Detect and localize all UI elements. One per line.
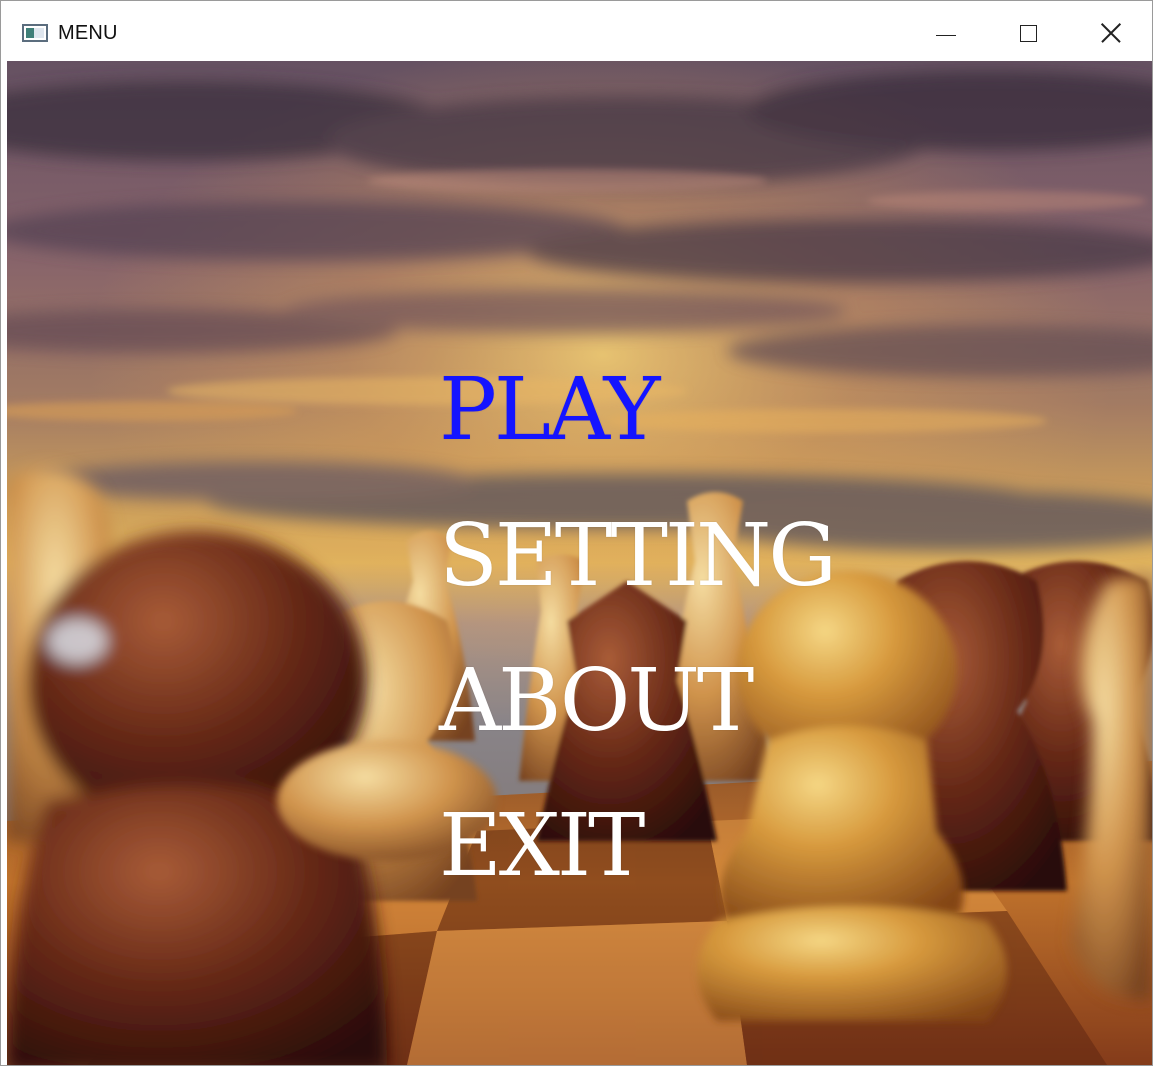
menu-exit-button[interactable]: EXIT <box>439 801 645 891</box>
menu-about-button[interactable]: ABOUT <box>439 656 754 746</box>
game-canvas: PLAY SETTING ABOUT EXIT <box>7 61 1152 1065</box>
maximize-button[interactable] <box>987 1 1069 61</box>
close-button[interactable] <box>1069 1 1151 61</box>
game-window: MENU PLAY SETTING ABOUT EXIT <box>0 0 1153 1066</box>
title-bar[interactable]: MENU <box>1 1 1152 61</box>
app-window-icon <box>22 24 48 42</box>
menu-play-button[interactable]: PLAY <box>439 365 660 455</box>
window-title: MENU <box>58 22 118 44</box>
menu-setting-button[interactable]: SETTING <box>439 511 837 601</box>
maximize-icon <box>1020 25 1037 42</box>
close-icon <box>1101 23 1121 43</box>
minimize-icon <box>936 35 956 36</box>
minimize-button[interactable] <box>905 1 987 61</box>
